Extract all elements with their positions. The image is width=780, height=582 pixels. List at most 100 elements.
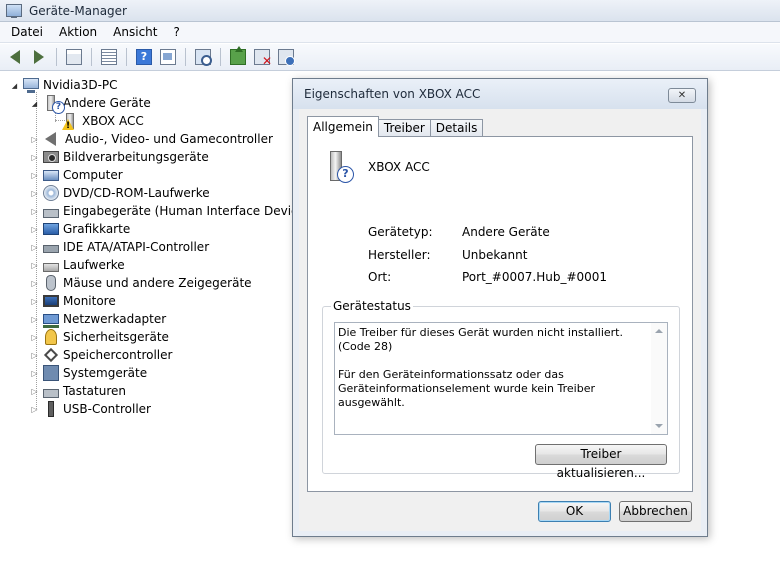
tree-item-eingabegeraete[interactable]: Eingabegeräte (Human Interface Devices): [30, 202, 316, 220]
tree-item-label: Systemgeräte: [63, 366, 148, 380]
tree-item-andere-geraete[interactable]: Andere Geräte: [30, 94, 151, 114]
expand-toggle[interactable]: [30, 279, 39, 288]
scan-hardware-icon: [195, 49, 212, 66]
dialog-close-button[interactable]: ✕: [668, 88, 696, 103]
tree-item-label: Computer: [63, 168, 123, 182]
expand-toggle[interactable]: [30, 153, 39, 162]
menu-datei[interactable]: Datei: [3, 23, 51, 42]
menu-bar: Datei Aktion Ansicht ?: [0, 22, 780, 43]
window-title: Geräte-Manager: [29, 3, 127, 18]
scroll-up-arrow-icon[interactable]: [655, 329, 663, 333]
speaker-icon: [45, 132, 56, 146]
properties-icon: [160, 49, 176, 65]
expand-toggle[interactable]: [30, 315, 39, 324]
tree-item-laufwerke[interactable]: Laufwerke: [30, 256, 125, 274]
expand-toggle[interactable]: [30, 387, 39, 396]
list-view-button[interactable]: [98, 46, 120, 68]
tree-item-usb[interactable]: USB-Controller: [30, 400, 151, 418]
network-adapter-icon: [43, 314, 59, 328]
ide-controller-icon: [43, 245, 59, 253]
menu-aktion[interactable]: Aktion: [51, 23, 105, 42]
tree-item-dvd[interactable]: DVD/CD-ROM-Laufwerke: [30, 184, 210, 202]
cancel-button[interactable]: Abbrechen: [619, 501, 692, 522]
tree-item-netzwerkadapter[interactable]: Netzwerkadapter: [30, 310, 166, 328]
properties-button[interactable]: [157, 46, 179, 68]
tree-item-tastaturen[interactable]: Tastaturen: [30, 382, 126, 400]
computer-icon: [43, 169, 59, 181]
menu-help[interactable]: ?: [165, 23, 187, 42]
scroll-down-arrow-icon[interactable]: [655, 424, 663, 428]
device-name: XBOX ACC: [368, 160, 430, 174]
tree-item-sicherheitsgeraete[interactable]: Sicherheitsgeräte: [30, 328, 169, 346]
status-scrollbar[interactable]: [651, 323, 667, 434]
disable-button[interactable]: [275, 46, 297, 68]
tree-item-audio[interactable]: Audio-, Video- und Gamecontroller: [30, 130, 273, 148]
scan-hardware-button[interactable]: [192, 46, 214, 68]
expand-toggle[interactable]: [30, 243, 39, 252]
tree-item-xbox-acc[interactable]: XBOX ACC: [49, 112, 144, 130]
expand-toggle[interactable]: [30, 351, 39, 360]
tree-item-maeuse[interactable]: Mäuse und andere Zeigegeräte: [30, 274, 252, 292]
expand-toggle[interactable]: [30, 135, 39, 144]
keyboard-icon: [43, 388, 59, 398]
dialog-title-bar[interactable]: Eigenschaften von XBOX ACC: [293, 79, 707, 109]
tree-item-label: Speichercontroller: [63, 348, 173, 362]
tree-item-label: XBOX ACC: [82, 114, 144, 128]
tree-item-label: Netzwerkadapter: [63, 312, 167, 326]
location-label: Ort:: [368, 270, 392, 284]
tree-item-label: Tastaturen: [63, 384, 126, 398]
expand-toggle[interactable]: [30, 99, 39, 108]
toolbar-separator: [91, 48, 92, 66]
disk-drive-icon: [43, 262, 59, 272]
expand-toggle[interactable]: [30, 333, 39, 342]
toolbar-separator: [126, 48, 127, 66]
forward-button[interactable]: [28, 46, 50, 68]
menu-ansicht[interactable]: Ansicht: [105, 23, 165, 42]
toolbar: ?: [0, 44, 780, 71]
tree-item-grafikkarte[interactable]: Grafikkarte: [30, 220, 130, 238]
tree-item-label: Audio-, Video- und Gamecontroller: [65, 132, 273, 146]
tree-item-label: Sicherheitsgeräte: [63, 330, 169, 344]
tab-allgemein[interactable]: Allgemein: [307, 116, 379, 137]
console-tree-button[interactable]: [63, 46, 85, 68]
tab-treiber[interactable]: Treiber: [377, 119, 431, 137]
expand-toggle[interactable]: [30, 261, 39, 270]
dialog-title: Eigenschaften von XBOX ACC: [304, 87, 481, 101]
device-status-textbox[interactable]: Die Treiber für dieses Gerät wurden nich…: [334, 322, 668, 435]
device-tree[interactable]: Nvidia3D-PC Andere Geräte XBOX ACC Audio…: [0, 72, 316, 582]
mouse-icon: [46, 275, 56, 291]
computer-icon: [23, 78, 39, 93]
device-status-group: Gerätestatus Die Treiber für dieses Gerä…: [322, 299, 680, 480]
tab-strip: Allgemein Treiber Details: [307, 116, 484, 137]
expand-toggle[interactable]: [30, 225, 39, 234]
properties-dialog: Eigenschaften von XBOX ACC ✕ Allgemein T…: [292, 78, 708, 537]
update-driver-button[interactable]: [227, 46, 249, 68]
expand-toggle[interactable]: [30, 171, 39, 180]
tree-item-computer[interactable]: Computer: [30, 166, 123, 184]
tree-item-systemgeraete[interactable]: Systemgeräte: [30, 364, 147, 382]
manufacturer-label: Hersteller:: [368, 248, 431, 262]
expand-toggle[interactable]: [30, 369, 39, 378]
security-device-icon: [45, 329, 57, 345]
update-driver-button[interactable]: Treiber aktualisieren...: [535, 444, 667, 480]
update-driver-icon: [230, 46, 246, 65]
tree-item-label: IDE ATA/ATAPI-Controller: [63, 240, 210, 254]
expand-toggle[interactable]: [30, 189, 39, 198]
expand-toggle[interactable]: [30, 405, 39, 414]
uninstall-button[interactable]: [251, 46, 273, 68]
expand-toggle[interactable]: [30, 207, 39, 216]
tree-root[interactable]: Nvidia3D-PC: [10, 76, 118, 94]
ok-button[interactable]: OK: [538, 501, 611, 522]
tree-item-speichercontroller[interactable]: Speichercontroller: [30, 346, 172, 364]
help-icon: ?: [136, 49, 152, 65]
expand-toggle[interactable]: [10, 81, 19, 90]
tree-item-ide[interactable]: IDE ATA/ATAPI-Controller: [30, 238, 209, 256]
back-button[interactable]: [4, 46, 26, 68]
device-status-text: Die Treiber für dieses Gerät wurden nich…: [338, 326, 623, 409]
tree-item-monitore[interactable]: Monitore: [30, 292, 116, 310]
tree-item-bildverarbeitung[interactable]: Bildverarbeitungsgeräte: [30, 148, 209, 166]
device-type-value: Andere Geräte: [462, 225, 550, 239]
help-button[interactable]: ?: [133, 46, 155, 68]
tab-details[interactable]: Details: [429, 119, 484, 137]
expand-toggle[interactable]: [30, 297, 39, 306]
